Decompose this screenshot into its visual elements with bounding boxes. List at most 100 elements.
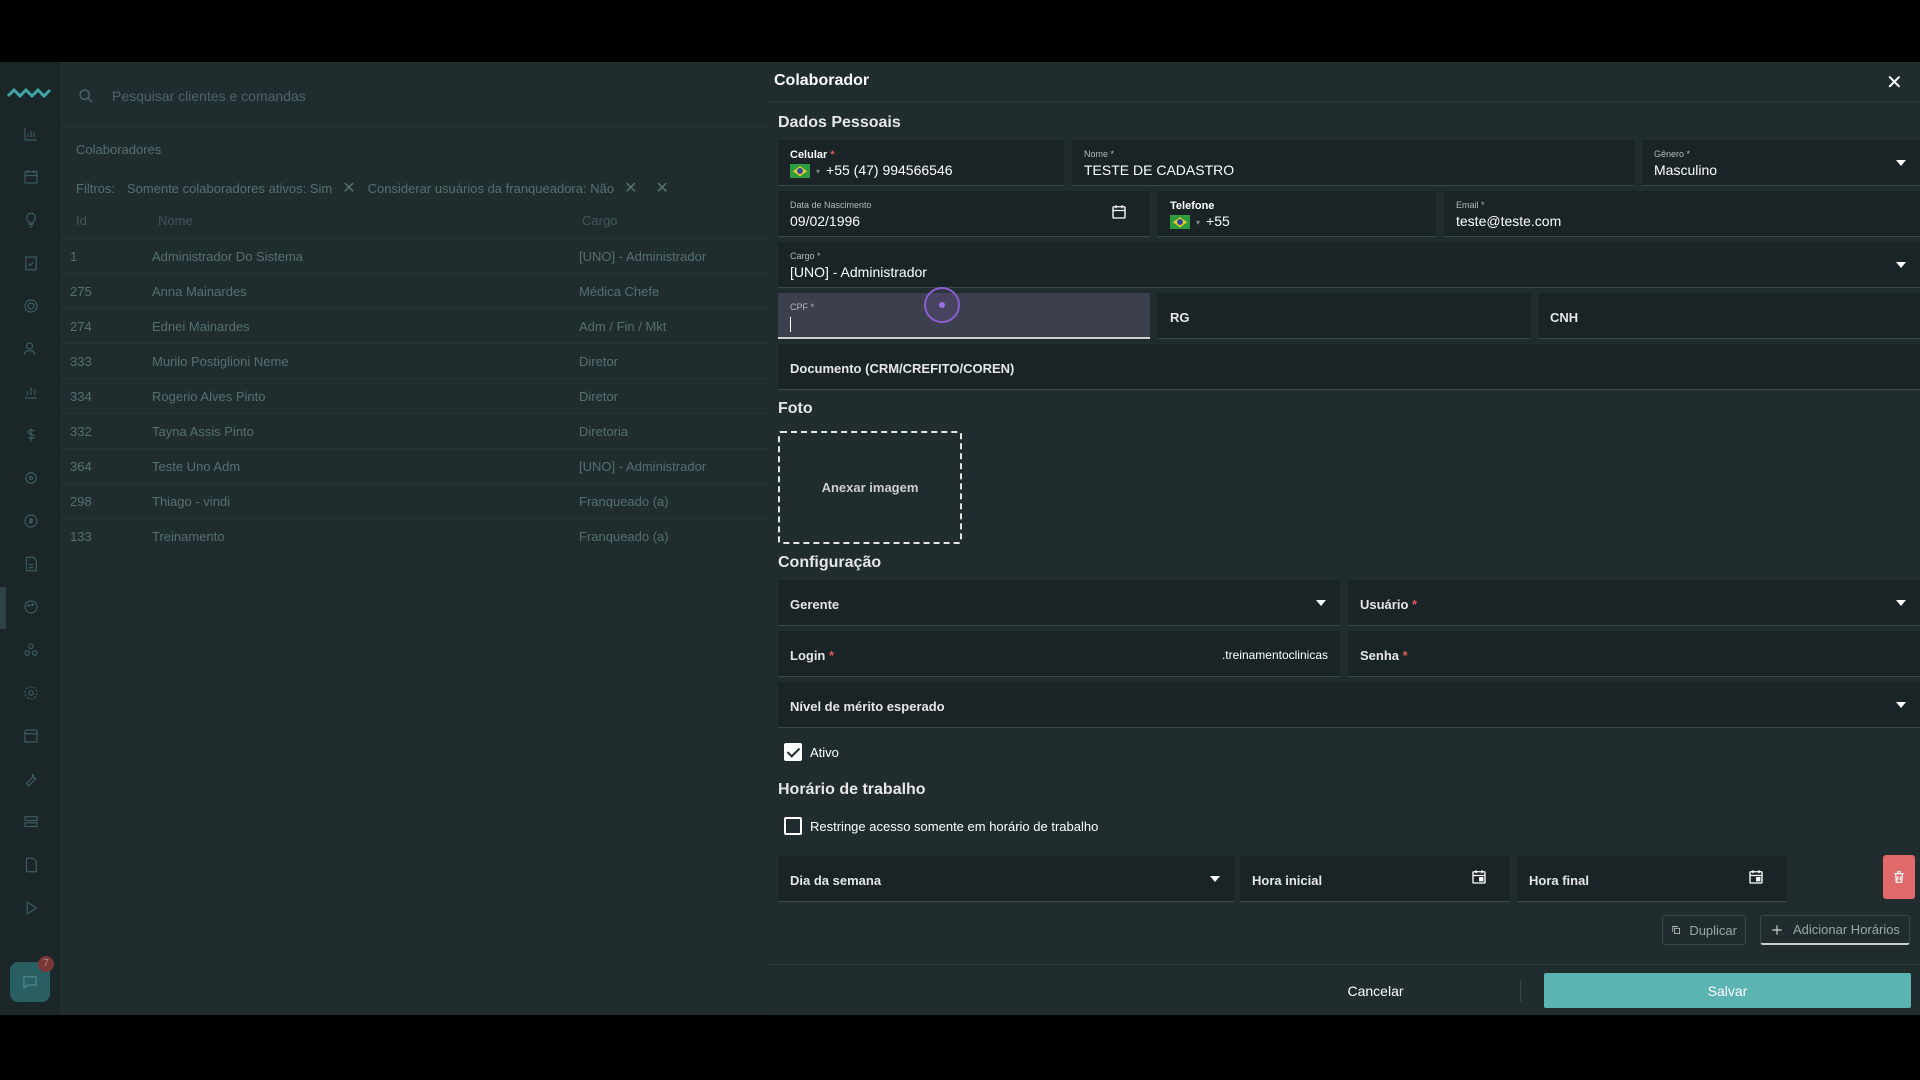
rg-field[interactable]: RG: [1158, 293, 1530, 339]
brazil-flag-icon[interactable]: [790, 164, 810, 179]
delete-schedule-button[interactable]: [1883, 855, 1915, 899]
hora-inicial-field[interactable]: Hora inicial: [1240, 856, 1510, 902]
filter-chip-label: Considerar usuários da franqueadora: Não: [367, 180, 615, 196]
cargo-select[interactable]: Cargo * [UNO] - Administrador: [778, 242, 1920, 288]
senha-field[interactable]: Senha *: [1348, 631, 1920, 677]
hora-final-field[interactable]: Hora final: [1517, 856, 1787, 902]
calendar-icon[interactable]: [1470, 868, 1488, 886]
documento-field[interactable]: Documento (CRM/CREFITO/COREN): [778, 344, 1920, 390]
telefone-field[interactable]: Telefone ▾ +55: [1158, 191, 1436, 237]
filter-chip-label: Somente colaboradores ativos: Sim: [127, 180, 333, 196]
celular-field[interactable]: Celular * ▾ +55 (47) 994566546: [778, 140, 1064, 186]
section-title-schedule: Horário de trabalho: [778, 781, 926, 798]
calendar-icon[interactable]: [19, 165, 43, 189]
column-header-id[interactable]: Id: [76, 213, 87, 228]
duplicate-button[interactable]: Duplicar: [1662, 915, 1746, 945]
gerente-select[interactable]: Gerente: [778, 580, 1340, 626]
target-icon[interactable]: [19, 294, 43, 318]
sidebar: 7: [0, 62, 62, 1015]
close-icon[interactable]: ✕: [624, 178, 637, 198]
field-label: Cargo *: [790, 251, 821, 261]
login-field[interactable]: Login * .treinamentoclinicas: [778, 631, 1340, 677]
ativo-checkbox[interactable]: [784, 743, 802, 761]
birthdate-value: 09/02/1996: [790, 213, 861, 229]
clipboard-icon[interactable]: [19, 251, 43, 275]
bar-chart-icon[interactable]: [19, 380, 43, 404]
chart-icon[interactable]: [19, 122, 43, 146]
section-title-photo: Foto: [778, 400, 813, 417]
cell-name: Thiago - vindi: [152, 494, 231, 509]
save-button[interactable]: Salvar: [1544, 973, 1911, 1008]
chevron-down-icon: [1896, 599, 1906, 606]
settings-icon[interactable]: [19, 681, 43, 705]
report-icon[interactable]: [19, 853, 43, 877]
genero-value: Masculino: [1654, 162, 1718, 178]
clear-filters-icon[interactable]: ✕: [655, 178, 668, 198]
wrench-icon[interactable]: [19, 767, 43, 791]
table-row[interactable]: 298 Thiago - vindi Franqueado (a): [62, 483, 768, 518]
cnh-field[interactable]: CNH: [1538, 293, 1920, 339]
plus-icon: [1772, 924, 1782, 935]
birthdate-field[interactable]: Data de Nascimento 09/02/1996: [778, 191, 1150, 237]
attach-image-dropzone[interactable]: Anexar imagem: [778, 431, 962, 544]
email-field[interactable]: Email * teste@teste.com: [1444, 191, 1920, 237]
dollar-icon[interactable]: [19, 423, 43, 447]
cell-name: Teste Uno Adm: [152, 459, 241, 474]
table-row[interactable]: 332 Tayna Assis Pinto Diretoria: [62, 413, 768, 448]
palette-icon[interactable]: [19, 595, 43, 619]
cell-role: Diretoria: [579, 424, 629, 439]
table-row[interactable]: 133 Treinamento Franqueado (a): [62, 518, 768, 553]
nome-field[interactable]: Nome * TESTE DE CADASTRO: [1072, 140, 1634, 186]
dia-semana-select[interactable]: Dia da semana: [778, 856, 1234, 902]
field-label: Senha *: [1360, 648, 1408, 663]
telefone-value: ▾ +55: [1170, 213, 1230, 230]
restringe-checkbox[interactable]: [784, 817, 802, 835]
merito-select[interactable]: Nível de mérito esperado: [778, 682, 1920, 728]
column-header-role[interactable]: Cargo: [582, 213, 617, 228]
document-icon[interactable]: [19, 552, 43, 576]
users-icon[interactable]: [19, 337, 43, 361]
filters-label: Filtros:: [76, 180, 115, 196]
add-schedule-button[interactable]: Adicionar Horários: [1760, 915, 1910, 945]
filter-chip[interactable]: Somente colaboradores ativos: Sim ✕: [127, 178, 356, 198]
close-icon[interactable]: ✕: [1886, 70, 1903, 95]
play-icon[interactable]: [19, 896, 43, 920]
trash-icon: [1894, 871, 1904, 883]
network-icon[interactable]: [19, 638, 43, 662]
usuario-select[interactable]: Usuário *: [1348, 580, 1920, 626]
filter-chip[interactable]: Considerar usuários da franqueadora: Não…: [368, 178, 638, 198]
calendar-icon[interactable]: [1747, 868, 1765, 886]
lightbulb-icon[interactable]: [19, 208, 43, 232]
brazil-flag-icon[interactable]: [1170, 215, 1190, 230]
cancel-button[interactable]: Cancelar: [1268, 974, 1483, 1008]
field-label: Gerente: [790, 597, 840, 612]
table-row[interactable]: 333 Murilo Postiglioni Neme Diretor: [62, 343, 768, 378]
table-row[interactable]: 364 Teste Uno Adm [UNO] - Administrador: [62, 448, 768, 483]
search-input[interactable]: Pesquisar clientes e comandas: [112, 88, 306, 104]
field-label: Hora final: [1529, 873, 1589, 888]
table-row[interactable]: 334 Rogerio Alves Pinto Diretor: [62, 378, 768, 413]
calendar-icon[interactable]: [1110, 203, 1128, 221]
store-icon[interactable]: [19, 724, 43, 748]
section-title-config: Configuração: [778, 554, 882, 571]
login-suffix: .treinamentoclinicas: [1221, 648, 1328, 662]
stack-icon[interactable]: [19, 810, 43, 834]
gear-cycle-icon[interactable]: [19, 466, 43, 490]
cell-role: Franqueado (a): [579, 494, 669, 509]
close-icon[interactable]: ✕: [342, 178, 355, 198]
table-row[interactable]: 274 Ednei Mainardes Adm / Fin / Mkt: [62, 308, 768, 343]
field-label: Hora inicial: [1252, 873, 1323, 888]
cpf-field[interactable]: CPF *: [778, 293, 1150, 339]
column-header-name[interactable]: Nome: [158, 213, 193, 228]
table-row[interactable]: 1 Administrador Do Sistema [UNO] - Adminis…: [62, 238, 768, 273]
coin-icon[interactable]: [19, 509, 43, 533]
chevron-down-icon: [1316, 599, 1326, 606]
cell-role: Adm / Fin / Mkt: [579, 319, 667, 334]
genero-select[interactable]: Gênero * Masculino: [1642, 140, 1920, 186]
table-row[interactable]: 275 Anna Mainardes Médica Chefe: [62, 273, 768, 308]
cell-id: 298: [70, 494, 92, 509]
search-bar[interactable]: Pesquisar clientes e comandas: [62, 62, 768, 128]
copy-icon: [1672, 926, 1680, 934]
cell-name: Treinamento: [152, 529, 225, 544]
cell-id: 275: [70, 284, 92, 299]
